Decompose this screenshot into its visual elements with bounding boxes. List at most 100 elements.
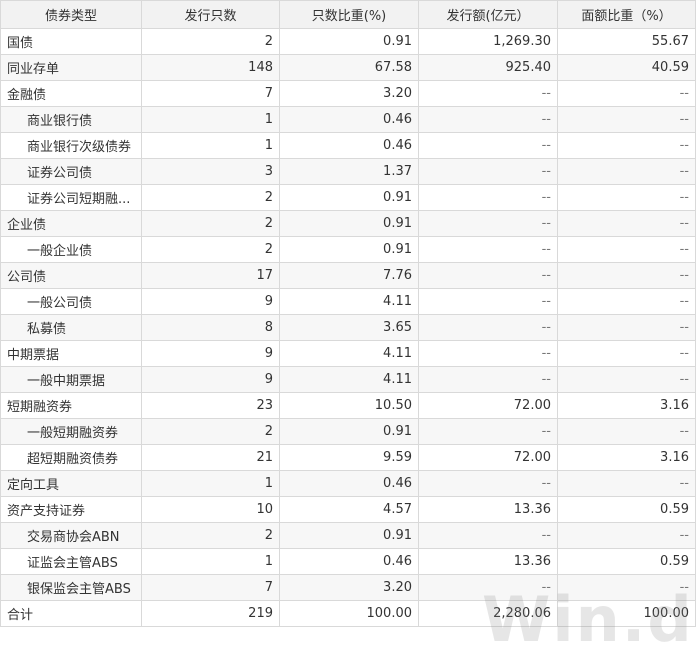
cell-issue-amount: -- [418, 132, 558, 159]
cell-issue-count: 23 [141, 392, 280, 419]
header-bond-type: 债券类型 [0, 0, 142, 29]
cell-issue-amount: -- [418, 340, 558, 367]
cell-count-share: 0.91 [279, 418, 419, 445]
cell-issue-count: 9 [141, 340, 280, 367]
cell-issue-amount: -- [418, 470, 558, 497]
table-row: 国债 2 0.91 1,269.30 55.67 [0, 28, 696, 55]
header-issue-count: 发行只数 [141, 0, 280, 29]
cell-count-share: 3.20 [279, 80, 419, 107]
table-row: 同业存单 148 67.58 925.40 40.59 [0, 54, 696, 81]
cell-amount-share: -- [557, 184, 696, 211]
cell-issue-count: 1 [141, 106, 280, 133]
header-count-share: 只数比重(%) [279, 0, 419, 29]
cell-bond-type: 一般中期票据 [0, 366, 142, 393]
cell-count-share: 0.91 [279, 28, 419, 55]
cell-amount-share: -- [557, 418, 696, 445]
table-row: 企业债 2 0.91 -- -- [0, 210, 696, 237]
cell-issue-amount: -- [418, 314, 558, 341]
cell-issue-amount: -- [418, 288, 558, 315]
table-row: 合计 219 100.00 2,280.06 100.00 [0, 600, 696, 627]
cell-amount-share: -- [557, 236, 696, 263]
cell-bond-type: 同业存单 [0, 54, 142, 81]
cell-bond-type: 私募债 [0, 314, 142, 341]
cell-issue-amount: -- [418, 80, 558, 107]
table-row: 商业银行债 1 0.46 -- -- [0, 106, 696, 133]
cell-amount-share: -- [557, 262, 696, 289]
table-row: 中期票据 9 4.11 -- -- [0, 340, 696, 367]
cell-issue-count: 2 [141, 210, 280, 237]
cell-bond-type: 合计 [0, 600, 142, 627]
cell-count-share: 4.57 [279, 496, 419, 523]
bond-issuance-table: 债券类型 发行只数 只数比重(%) 发行额(亿元） 面额比重（%） 国债 2 0.9… [0, 0, 696, 627]
cell-issue-amount: -- [418, 106, 558, 133]
table-row: 一般公司债 9 4.11 -- -- [0, 288, 696, 315]
cell-issue-count: 9 [141, 288, 280, 315]
cell-amount-share: -- [557, 158, 696, 185]
cell-amount-share: 3.16 [557, 444, 696, 471]
cell-bond-type: 商业银行债 [0, 106, 142, 133]
cell-amount-share: 40.59 [557, 54, 696, 81]
cell-count-share: 0.91 [279, 236, 419, 263]
cell-count-share: 0.91 [279, 210, 419, 237]
cell-issue-count: 7 [141, 574, 280, 601]
cell-amount-share: 55.67 [557, 28, 696, 55]
cell-issue-count: 2 [141, 418, 280, 445]
cell-issue-amount: 925.40 [418, 54, 558, 81]
cell-issue-count: 219 [141, 600, 280, 627]
cell-issue-count: 3 [141, 158, 280, 185]
table-row: 定向工具 1 0.46 -- -- [0, 470, 696, 497]
cell-issue-amount: 13.36 [418, 496, 558, 523]
cell-bond-type: 中期票据 [0, 340, 142, 367]
cell-issue-count: 1 [141, 470, 280, 497]
cell-count-share: 67.58 [279, 54, 419, 81]
cell-count-share: 7.76 [279, 262, 419, 289]
cell-amount-share: -- [557, 80, 696, 107]
cell-amount-share: 100.00 [557, 600, 696, 627]
cell-amount-share: 3.16 [557, 392, 696, 419]
cell-amount-share: -- [557, 314, 696, 341]
cell-bond-type: 商业银行次级债券 [0, 132, 142, 159]
cell-bond-type: 国债 [0, 28, 142, 55]
cell-amount-share: -- [557, 288, 696, 315]
cell-bond-type: 资产支持证券 [0, 496, 142, 523]
cell-amount-share: -- [557, 132, 696, 159]
header-issue-amount: 发行额(亿元） [418, 0, 558, 29]
cell-count-share: 0.46 [279, 470, 419, 497]
cell-bond-type: 一般公司债 [0, 288, 142, 315]
cell-issue-amount: 13.36 [418, 548, 558, 575]
cell-issue-amount: -- [418, 366, 558, 393]
cell-bond-type: 证券公司债 [0, 158, 142, 185]
cell-issue-count: 17 [141, 262, 280, 289]
cell-amount-share: -- [557, 210, 696, 237]
table-row: 金融债 7 3.20 -- -- [0, 80, 696, 107]
table-row: 一般短期融资券 2 0.91 -- -- [0, 418, 696, 445]
cell-issue-amount: -- [418, 574, 558, 601]
cell-issue-count: 9 [141, 366, 280, 393]
cell-amount-share: -- [557, 340, 696, 367]
cell-count-share: 0.46 [279, 548, 419, 575]
cell-issue-amount: -- [418, 418, 558, 445]
cell-bond-type: 银保监会主管ABS [0, 574, 142, 601]
cell-amount-share: -- [557, 574, 696, 601]
cell-issue-count: 2 [141, 522, 280, 549]
cell-issue-amount: -- [418, 158, 558, 185]
table-row: 公司债 17 7.76 -- -- [0, 262, 696, 289]
cell-issue-count: 2 [141, 236, 280, 263]
cell-count-share: 100.00 [279, 600, 419, 627]
cell-amount-share: 0.59 [557, 496, 696, 523]
cell-amount-share: -- [557, 366, 696, 393]
cell-amount-share: -- [557, 522, 696, 549]
cell-issue-count: 2 [141, 28, 280, 55]
cell-bond-type: 一般企业债 [0, 236, 142, 263]
table-row: 一般企业债 2 0.91 -- -- [0, 236, 696, 263]
cell-bond-type: 短期融资券 [0, 392, 142, 419]
cell-amount-share: -- [557, 106, 696, 133]
cell-count-share: 10.50 [279, 392, 419, 419]
cell-issue-amount: 72.00 [418, 444, 558, 471]
cell-count-share: 3.65 [279, 314, 419, 341]
cell-issue-count: 8 [141, 314, 280, 341]
table-row: 证监会主管ABS 1 0.46 13.36 0.59 [0, 548, 696, 575]
header-amount-share: 面额比重（%） [557, 0, 696, 29]
table-row: 短期融资券 23 10.50 72.00 3.16 [0, 392, 696, 419]
cell-count-share: 0.46 [279, 106, 419, 133]
